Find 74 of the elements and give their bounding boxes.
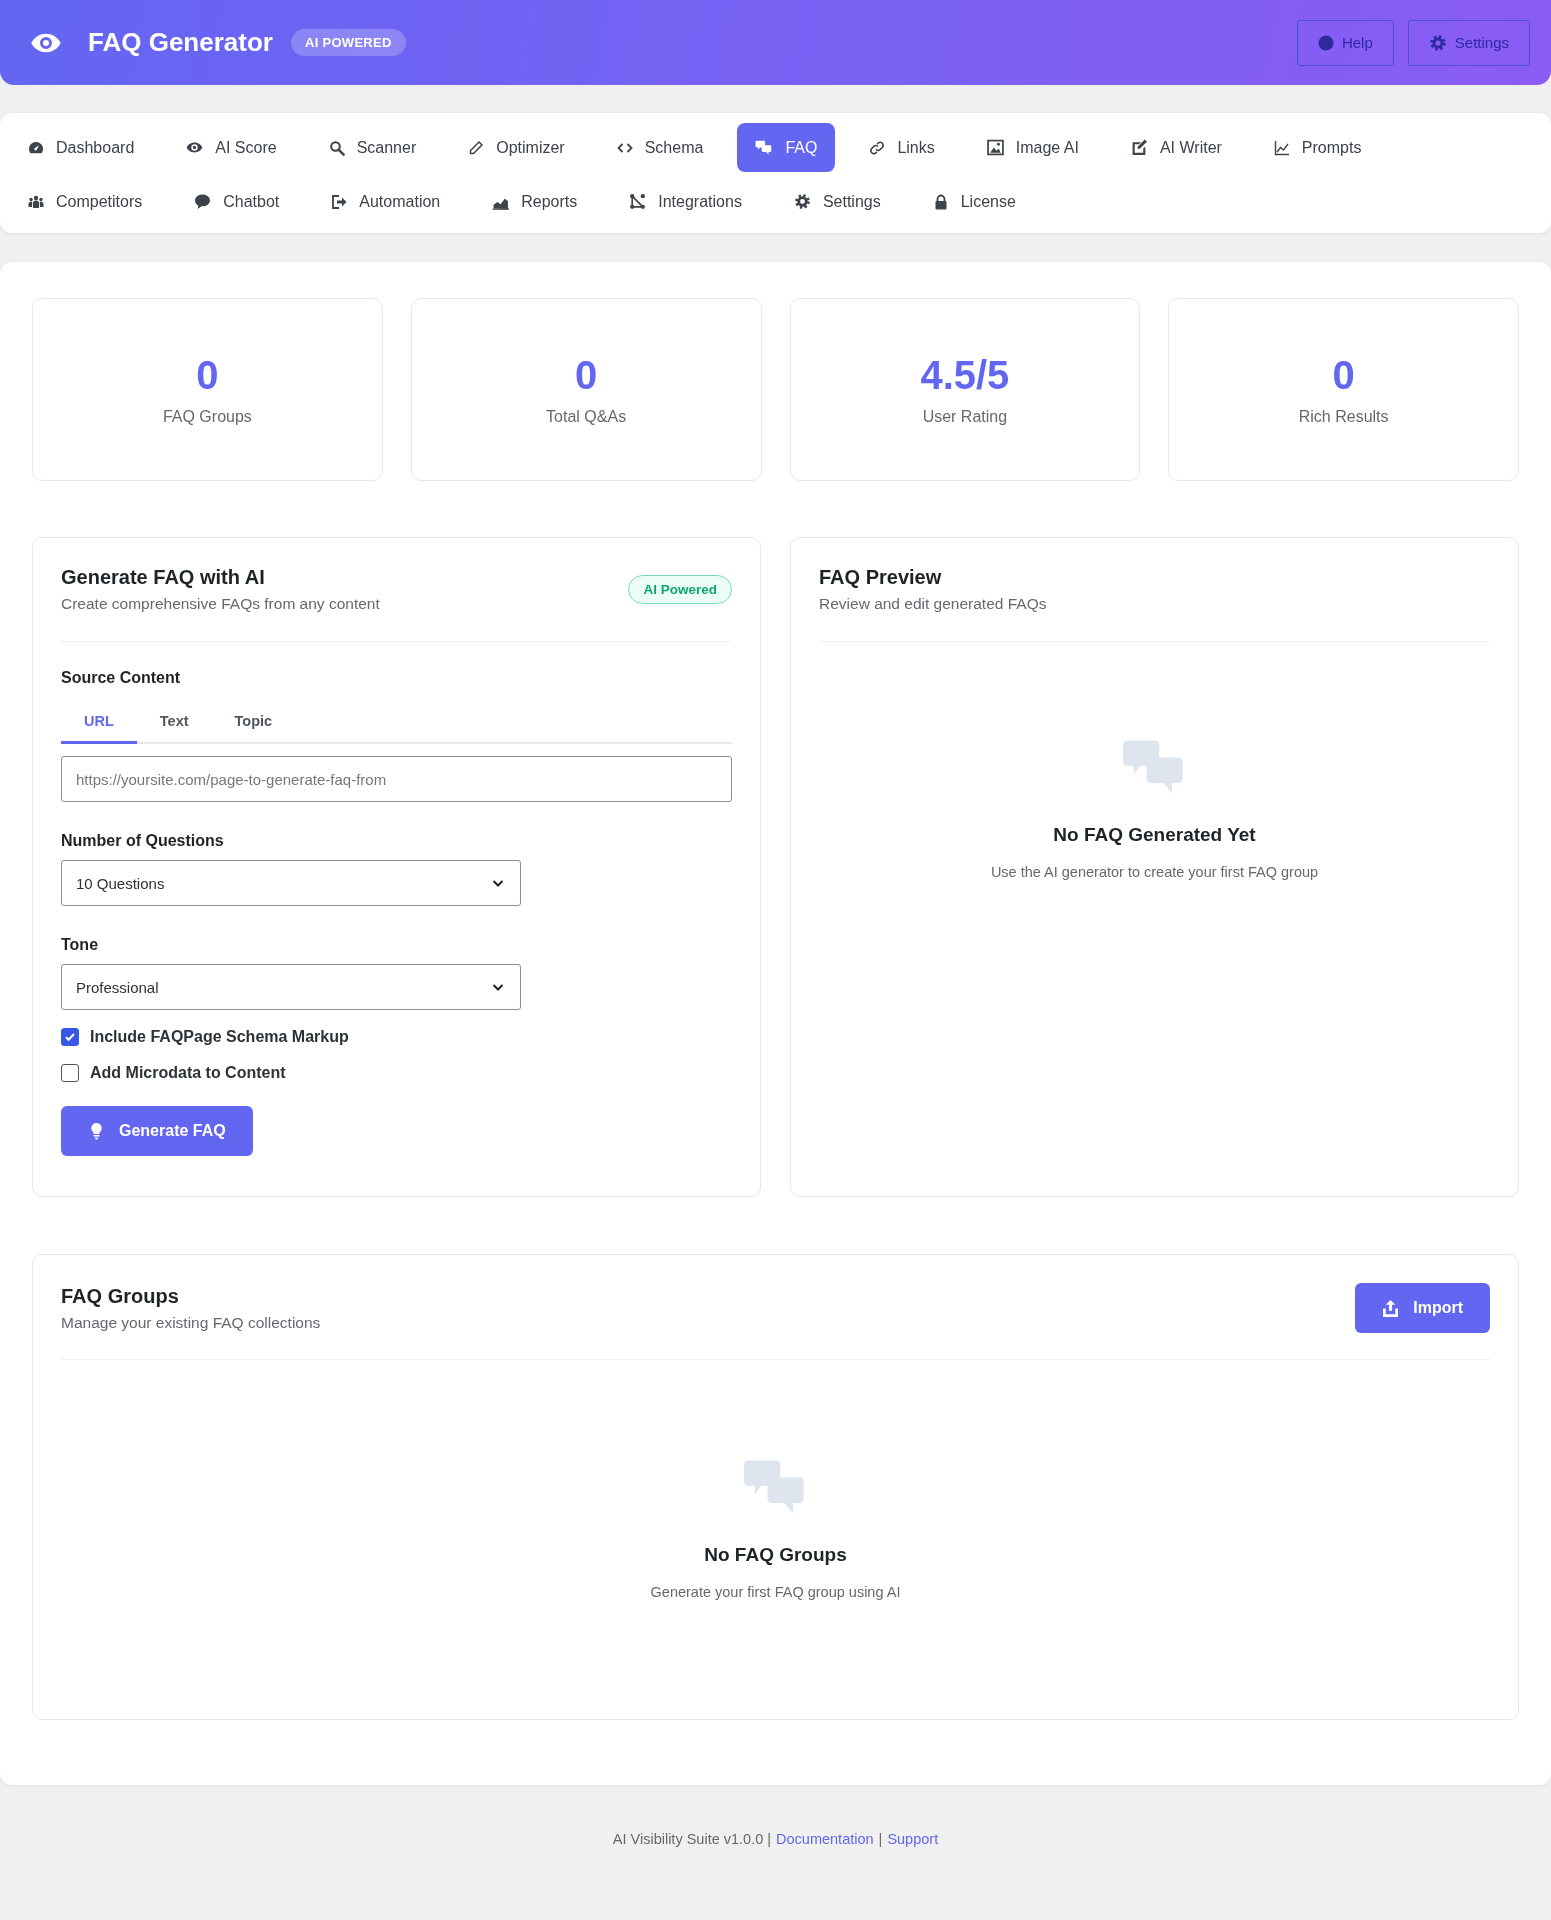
nav-tab[interactable]: Settings (775, 177, 899, 226)
nav-tab[interactable]: Dashboard (10, 123, 153, 172)
checkbox[interactable] (61, 1064, 79, 1082)
check-icon (64, 1031, 76, 1043)
footer-link[interactable]: Documentation (776, 1831, 874, 1847)
stat-value: 0 (575, 353, 598, 398)
generate-faq-button[interactable]: Generate FAQ (61, 1106, 253, 1156)
chat-bubbles-icon (755, 138, 774, 157)
nav-tab[interactable]: Schema (598, 123, 722, 172)
stat-value: 0 (1332, 353, 1355, 398)
questions-select[interactable]: 10 Questions (61, 860, 521, 906)
line-chart-icon (1273, 139, 1290, 156)
card-subtitle: Create comprehensive FAQs from any content (61, 595, 380, 613)
empty-title: No FAQ Generated Yet (1053, 824, 1256, 846)
source-tab[interactable]: Topic (211, 705, 296, 744)
checkbox[interactable] (61, 1028, 79, 1046)
search-icon (328, 139, 345, 156)
people-icon (28, 193, 44, 210)
link-icon (869, 139, 886, 156)
card-subtitle: Manage your existing FAQ collections (61, 1313, 321, 1332)
field-label: Number of Questions (61, 832, 225, 850)
checkbox-label: Add Microdata to Content (90, 1064, 286, 1082)
stat-label: FAQ Groups (162, 408, 252, 426)
nav-tab[interactable]: Reports (474, 177, 596, 226)
card-title: FAQ Groups (61, 1284, 180, 1308)
nav-tab[interactable]: Integrations (611, 177, 760, 226)
tone-select[interactable]: Professional (61, 964, 521, 1010)
nav-tab[interactable]: Scanner (310, 123, 435, 172)
nav-tab[interactable]: Optimizer (450, 123, 583, 172)
stat-label: Total Q&As (546, 408, 627, 426)
gauge-icon (28, 139, 44, 156)
empty-title: No FAQ Groups (704, 1544, 847, 1566)
app-title: FAQ Generator (88, 27, 273, 58)
nav-tab[interactable]: AI Writer (1112, 123, 1240, 172)
card-title: FAQ Preview (819, 566, 943, 589)
upload-icon (1382, 1299, 1400, 1317)
lightbulb-icon (88, 1122, 105, 1140)
pencil-icon (468, 139, 485, 156)
settings-icon (793, 193, 811, 210)
nav-tab[interactable]: FAQ (737, 123, 836, 172)
field-label: Tone (61, 936, 100, 954)
nav-tab[interactable]: Prompts (1255, 123, 1380, 172)
image-icon (986, 139, 1004, 156)
source-tab[interactable]: Text (136, 705, 212, 744)
stat-value: 4.5/5 (920, 353, 1010, 398)
speech-bubble-icon (194, 193, 212, 210)
footer-text: | (878, 1831, 883, 1847)
footer-text: AI Visibility Suite v1.0.0 | (612, 1831, 772, 1847)
url-field[interactable]: https://yoursite.com/page-to-generate-faq-from (61, 756, 732, 802)
field-label: Source Content (61, 669, 182, 687)
notepad-pen-icon (1130, 139, 1148, 156)
nav-tab[interactable]: Competitors (10, 177, 161, 226)
stat-label: Rich Results (1298, 408, 1389, 426)
ai-powered-badge: AI Powered (628, 575, 732, 604)
exit-arrow-icon (331, 193, 348, 210)
import-button[interactable]: Import (1355, 1283, 1490, 1333)
nav-tab[interactable]: License (914, 177, 1034, 226)
empty-text: Generate your first FAQ group using AI (650, 1584, 901, 1600)
card-title: Generate FAQ with AI (61, 566, 266, 589)
checkbox-label: Include FAQPage Schema Markup (90, 1028, 349, 1046)
empty-text: Use the AI generator to create your first FAQ group (990, 864, 1319, 880)
source-tab[interactable]: URL (61, 705, 137, 744)
footer-link[interactable]: Support (887, 1831, 939, 1847)
nav-tab[interactable]: AI Score (168, 123, 295, 172)
stat-value: 0 (196, 353, 219, 398)
settings-icon (1428, 33, 1447, 52)
stat-label: User Rating (922, 408, 1008, 426)
nav-tab[interactable]: Image AI (968, 123, 1097, 172)
ai-powered-badge: AI POWERED (290, 29, 406, 56)
nav-tab[interactable]: Links (851, 123, 953, 172)
card-subtitle: Review and edit generated FAQs (819, 595, 1047, 613)
nav-tab[interactable]: Chatbot (176, 177, 298, 226)
connection-icon (629, 193, 647, 210)
nav-tab[interactable]: Automation (313, 177, 459, 226)
